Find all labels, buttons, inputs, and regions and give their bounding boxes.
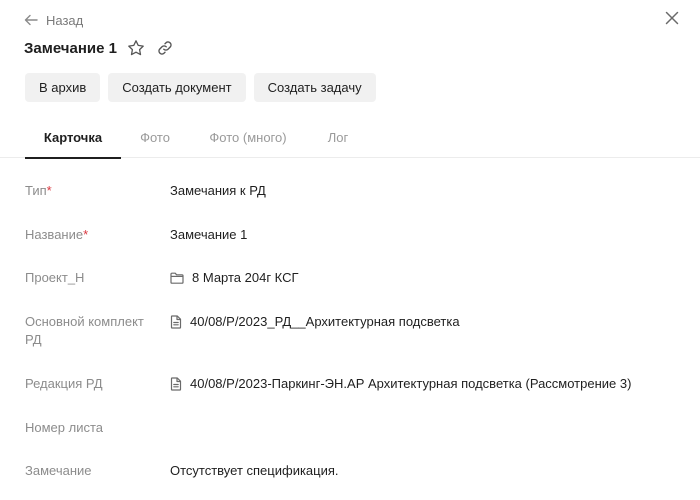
title-row: Замечание 1 bbox=[24, 37, 173, 59]
tab-card[interactable]: Карточка bbox=[25, 116, 121, 159]
favorite-star-icon[interactable] bbox=[127, 39, 145, 57]
tab-photo-many[interactable]: Фото (много) bbox=[194, 116, 302, 158]
revision-link[interactable]: 40/08/Р/2023-Паркинг-ЭН.АР Архитектурная… bbox=[170, 375, 690, 393]
back-label: Назад bbox=[46, 12, 84, 28]
field-label: Проект_Н bbox=[25, 270, 85, 285]
arrow-left-icon bbox=[24, 14, 38, 26]
project-link[interactable]: 8 Марта 204г КСГ bbox=[170, 269, 690, 287]
record-card-page: Назад Замечание 1 В архив Создать докуме… bbox=[0, 0, 700, 500]
back-link[interactable]: Назад bbox=[24, 10, 83, 30]
field-value: Отсутствует спецификация. bbox=[170, 463, 339, 478]
field-label: Основной комплект РД bbox=[25, 314, 144, 347]
tab-bar: Карточка Фото Фото (много) Лог bbox=[0, 116, 700, 159]
archive-button[interactable]: В архив bbox=[25, 73, 101, 102]
field-label: Редакция РД bbox=[25, 376, 103, 391]
field-label: Номер листа bbox=[25, 420, 104, 435]
required-mark: * bbox=[46, 183, 52, 198]
document-icon bbox=[170, 315, 182, 329]
folder-icon bbox=[170, 272, 184, 284]
field-label: Тип* bbox=[25, 183, 52, 198]
tab-log[interactable]: Лог bbox=[310, 116, 366, 158]
main-set-link[interactable]: 40/08/Р/2023_РД__Архитектурная подсветка bbox=[170, 313, 690, 331]
required-mark: * bbox=[83, 227, 89, 242]
page-title: Замечание 1 bbox=[24, 39, 117, 57]
close-icon bbox=[665, 11, 679, 30]
field-label: Название* bbox=[25, 227, 89, 242]
create-document-button[interactable]: Создать документ bbox=[108, 73, 246, 102]
field-value: Замечания к РД bbox=[170, 183, 266, 198]
document-icon bbox=[170, 377, 182, 391]
create-task-button[interactable]: Создать задачу bbox=[253, 73, 376, 102]
close-button[interactable] bbox=[662, 10, 682, 30]
tab-photo[interactable]: Фото bbox=[126, 116, 184, 158]
action-buttons: В архив Создать документ Создать задачу bbox=[25, 73, 376, 102]
field-label: Замечание bbox=[25, 463, 92, 478]
copy-link-icon[interactable] bbox=[157, 40, 173, 56]
field-value: Замечание 1 bbox=[170, 227, 248, 242]
